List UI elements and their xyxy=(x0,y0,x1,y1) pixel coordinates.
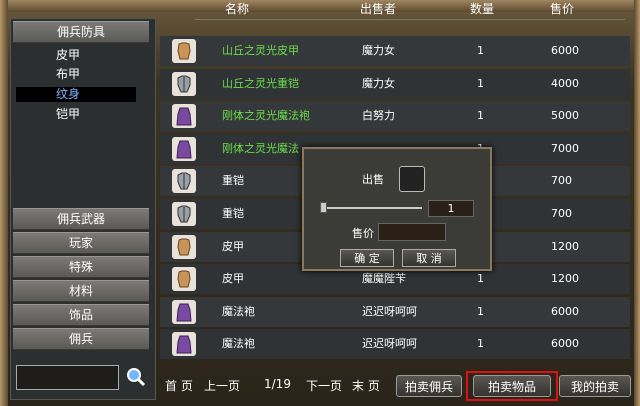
frame-right-border xyxy=(634,0,640,406)
category-player[interactable]: 玩家 xyxy=(13,232,149,254)
price-label: 售价 xyxy=(352,227,374,240)
item-price: 7000 xyxy=(551,141,579,155)
item-quantity: 1 xyxy=(477,76,484,90)
item-seller: 迟迟呀呵呵 xyxy=(362,337,417,351)
item-price: 1200 xyxy=(551,272,579,286)
item-price: 6000 xyxy=(551,337,579,351)
category-special[interactable]: 特殊 xyxy=(13,256,149,278)
item-seller: 魔力女 xyxy=(362,76,395,90)
item-quantity: 1 xyxy=(477,44,484,57)
sell-label: 出售 xyxy=(362,173,384,186)
item-name: 魔法袍 xyxy=(222,337,255,351)
header-name: 名称 xyxy=(225,2,250,16)
frame-top-border xyxy=(0,0,640,12)
quantity-slider-track[interactable] xyxy=(322,207,422,209)
item-price: 6000 xyxy=(551,304,579,318)
search-icon[interactable] xyxy=(125,366,147,388)
sub-item-plate[interactable]: 铠甲 xyxy=(16,107,136,122)
item-price: 6000 xyxy=(551,44,579,57)
item-price: 5000 xyxy=(551,109,579,123)
magic-robe-icon xyxy=(172,104,196,129)
plate-armor-icon xyxy=(172,71,196,96)
auction-mercenary-button[interactable]: 拍卖佣兵 xyxy=(396,375,462,397)
item-quantity: 1 xyxy=(477,337,484,351)
item-seller: 白努力 xyxy=(362,109,395,123)
plate-armor-icon xyxy=(172,202,196,226)
cancel-button[interactable]: 取 消 xyxy=(402,249,456,267)
magic-robe-icon xyxy=(172,299,196,324)
item-name: 重铠 xyxy=(222,207,244,220)
item-seller: 迟迟呀呵呵 xyxy=(362,304,417,318)
sub-item-cloth[interactable]: 布甲 xyxy=(16,67,136,82)
header-quantity: 数量 xyxy=(470,2,495,16)
item-name: 山丘之灵光皮甲 xyxy=(222,44,299,57)
category-merc-weapon[interactable]: 佣兵武器 xyxy=(13,208,149,230)
quantity-field[interactable]: 1 xyxy=(428,200,474,217)
search-input[interactable] xyxy=(16,365,119,390)
first-page-button[interactable]: 首 页 xyxy=(165,377,193,394)
item-name: 山丘之灵光重铠 xyxy=(222,76,299,90)
page-indicator: 1/19 xyxy=(264,377,291,391)
item-seller: 魔力女 xyxy=(362,44,395,57)
magic-robe-icon xyxy=(172,332,196,357)
item-name: 魔法袍 xyxy=(222,304,255,318)
category-accessory[interactable]: 饰品 xyxy=(13,304,149,326)
prev-page-button[interactable]: 上一页 xyxy=(204,377,240,394)
item-slot[interactable] xyxy=(399,166,425,192)
item-name: 刚体之灵光魔法 xyxy=(222,141,299,155)
auction-item-button[interactable]: 拍卖物品 xyxy=(473,375,551,397)
price-input[interactable] xyxy=(378,223,446,241)
next-page-button[interactable]: 下一页 xyxy=(306,377,342,394)
my-auction-button[interactable]: 我的拍卖 xyxy=(559,375,631,397)
leather-armor-icon xyxy=(172,234,196,259)
sell-dialog: 出售 1 售价 确 定 取 消 xyxy=(302,147,492,271)
sub-item-leather[interactable]: 皮甲 xyxy=(16,48,136,63)
header-divider xyxy=(195,19,625,20)
item-name: 皮甲 xyxy=(222,239,244,253)
item-quantity: 1 xyxy=(477,304,484,318)
item-name: 皮甲 xyxy=(222,272,244,286)
quantity-slider-thumb[interactable] xyxy=(320,202,327,213)
leather-armor-icon xyxy=(172,39,196,63)
item-price: 700 xyxy=(551,174,572,188)
plate-armor-icon xyxy=(172,169,196,194)
item-name: 刚体之灵光魔法袍 xyxy=(222,109,310,123)
category-mercenary[interactable]: 佣兵 xyxy=(13,328,149,350)
header-seller: 出售者 xyxy=(360,2,397,16)
category-merc-armor[interactable]: 佣兵防具 xyxy=(13,21,149,43)
category-material[interactable]: 材料 xyxy=(13,280,149,302)
item-name: 重铠 xyxy=(222,174,244,188)
item-price: 4000 xyxy=(551,76,579,90)
item-price: 1200 xyxy=(551,239,579,253)
sub-item-tattoo[interactable]: 纹身 xyxy=(16,87,136,102)
frame-left-border xyxy=(0,0,8,406)
header-price: 售价 xyxy=(550,2,575,16)
magic-robe-icon xyxy=(172,136,196,161)
last-page-button[interactable]: 末 页 xyxy=(352,377,380,394)
item-price: 700 xyxy=(551,207,572,220)
item-quantity: 1 xyxy=(477,109,484,123)
leather-armor-icon xyxy=(172,267,196,292)
confirm-button[interactable]: 确 定 xyxy=(340,249,394,267)
